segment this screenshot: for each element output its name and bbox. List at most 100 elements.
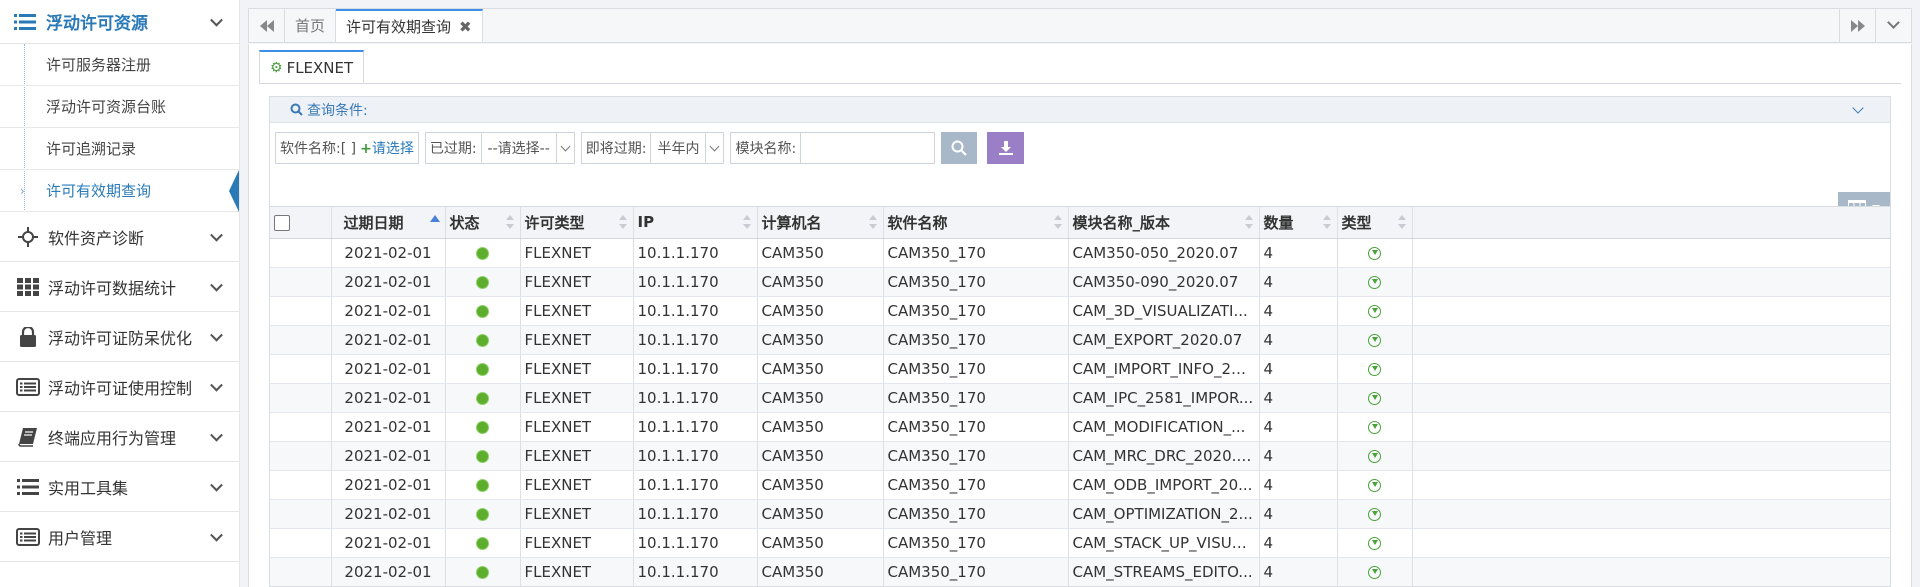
cell-expiry-date: 2021-02-01 bbox=[331, 557, 446, 586]
status-active-icon bbox=[477, 450, 488, 462]
software-select-link[interactable]: +请选择 bbox=[360, 138, 418, 158]
search-button[interactable] bbox=[941, 132, 978, 164]
download-circle-icon[interactable] bbox=[1368, 275, 1381, 289]
sidebar-group-floating-license-resources[interactable]: 浮动许可资源 bbox=[0, 0, 239, 44]
table-row[interactable]: 2021-02-01 FLEXNET 10.1.1.170 CAM350 CAM350_… bbox=[270, 325, 1890, 355]
download-circle-icon[interactable] bbox=[1368, 507, 1381, 521]
cell-computer-name: CAM350 bbox=[757, 238, 884, 268]
status-active-icon bbox=[477, 363, 488, 375]
table-row[interactable]: 2021-02-01 FLEXNET 10.1.1.170 CAM350 CAM350_… bbox=[270, 557, 1890, 586]
cell-computer-name: CAM350 bbox=[757, 557, 884, 586]
column-header[interactable]: 模块名称_版本 bbox=[1068, 207, 1260, 239]
sidebar-item-license-usage-control[interactable]: 浮动许可证使用控制 bbox=[0, 362, 239, 412]
cell-software-name: CAM350_170 bbox=[883, 470, 1069, 500]
download-circle-icon[interactable] bbox=[1368, 304, 1381, 318]
expired-select[interactable]: --请选择-- bbox=[480, 133, 574, 163]
column-header[interactable]: 状态 bbox=[445, 207, 521, 239]
sidebar-item-terminal-behavior[interactable]: 终端应用行为管理 bbox=[0, 412, 239, 462]
sidebar-item-license-foolproof[interactable]: 浮动许可证防呆优化 bbox=[0, 312, 239, 362]
cell-computer-name: CAM350 bbox=[757, 470, 884, 500]
scroll-tabs-left-button[interactable] bbox=[249, 9, 285, 42]
table-row[interactable]: 2021-02-01 FLEXNET 10.1.1.170 CAM350 CAM350_… bbox=[270, 528, 1890, 558]
tab-bar-spacer bbox=[483, 9, 1839, 42]
column-header[interactable]: 数量 bbox=[1259, 207, 1338, 239]
download-circle-icon[interactable] bbox=[1368, 246, 1381, 260]
sidebar-item-label: 终端应用行为管理 bbox=[48, 428, 177, 448]
column-header-label: 过期日期 bbox=[343, 213, 404, 232]
cell-type bbox=[1337, 499, 1413, 529]
cell-computer-name: CAM350 bbox=[757, 412, 884, 442]
chevron-down-icon[interactable] bbox=[1852, 102, 1864, 114]
cell-license-type: FLEXNET bbox=[520, 557, 634, 586]
download-circle-icon[interactable] bbox=[1368, 478, 1381, 492]
column-header[interactable]: 软件名称 bbox=[883, 207, 1069, 239]
cell-license-type: FLEXNET bbox=[520, 383, 634, 413]
download-circle-icon[interactable] bbox=[1368, 565, 1381, 579]
chevron-down-icon bbox=[210, 328, 223, 342]
sidebar-item-software-asset-diagnosis[interactable]: 软件资产诊断 bbox=[0, 212, 239, 262]
cell-type bbox=[1337, 441, 1413, 471]
table-row[interactable]: 2021-02-01 FLEXNET 10.1.1.170 CAM350 CAM350_… bbox=[270, 441, 1890, 471]
download-circle-icon[interactable] bbox=[1368, 420, 1381, 434]
tab-license-validity-query[interactable]: 许可有效期查询 ✖ bbox=[336, 9, 483, 42]
cell-filler bbox=[1412, 412, 1890, 442]
tab-home[interactable]: 首页 bbox=[285, 9, 337, 42]
download-circle-icon[interactable] bbox=[1368, 391, 1381, 405]
cell-license-type: FLEXNET bbox=[520, 499, 634, 529]
table-row[interactable]: 2021-02-01 FLEXNET 10.1.1.170 CAM350 CAM350_… bbox=[270, 499, 1890, 529]
sidebar-item-label: 软件资产诊断 bbox=[48, 228, 145, 248]
status-active-icon bbox=[477, 247, 488, 259]
cell-filler bbox=[1412, 528, 1890, 558]
sidebar-item-label: 浮动许可数据统计 bbox=[48, 278, 177, 298]
status-active-icon bbox=[477, 392, 488, 404]
cell-ip: 10.1.1.170 bbox=[633, 383, 758, 413]
cell-type bbox=[1337, 383, 1413, 413]
sidebar-item-utilities[interactable]: 实用工具集 bbox=[0, 462, 239, 512]
module-name-field: 模块名称: bbox=[730, 132, 936, 164]
tab-label: FLEXNET bbox=[286, 58, 354, 77]
query-panel-header[interactable]: 查询条件: bbox=[270, 97, 1890, 123]
cell-type bbox=[1337, 412, 1413, 442]
tab-flexnet[interactable]: ⚙ FLEXNET bbox=[259, 50, 365, 84]
column-header[interactable]: 许可类型 bbox=[520, 207, 634, 239]
column-header[interactable]: 计算机名 bbox=[757, 207, 884, 239]
card-list-icon bbox=[16, 377, 40, 396]
chevron-down-icon bbox=[1887, 16, 1900, 29]
status-active-icon bbox=[477, 305, 488, 317]
cell-module-version: CAM_IPC_2581_IMPOR... bbox=[1068, 383, 1260, 413]
tab-menu-button[interactable] bbox=[1875, 9, 1911, 42]
scroll-tabs-right-button[interactable] bbox=[1839, 9, 1875, 42]
cell-ip: 10.1.1.170 bbox=[633, 325, 758, 355]
download-circle-icon[interactable] bbox=[1368, 333, 1381, 347]
cell-expiry-date: 2021-02-01 bbox=[331, 238, 446, 268]
table-row[interactable]: 2021-02-01 FLEXNET 10.1.1.170 CAM350 CAM350_… bbox=[270, 267, 1890, 297]
cell-status bbox=[445, 412, 521, 442]
table-row[interactable]: 2021-02-01 FLEXNET 10.1.1.170 CAM350 CAM350_… bbox=[270, 383, 1890, 413]
export-button[interactable] bbox=[987, 132, 1025, 164]
download-circle-icon[interactable] bbox=[1368, 362, 1381, 376]
table-row[interactable]: 2021-02-01 FLEXNET 10.1.1.170 CAM350 CAM350_… bbox=[270, 470, 1890, 500]
table-row[interactable]: 2021-02-01 FLEXNET 10.1.1.170 CAM350 CAM350_… bbox=[270, 296, 1890, 326]
download-circle-icon[interactable] bbox=[1368, 449, 1381, 463]
sidebar-item-license-validity-query[interactable]: › 许可有效期查询 bbox=[0, 170, 239, 212]
sidebar-item-license-ledger[interactable]: 浮动许可资源台账 bbox=[0, 86, 239, 128]
table-row[interactable]: 2021-02-01 FLEXNET 10.1.1.170 CAM350 CAM350_… bbox=[270, 354, 1890, 384]
column-header[interactable]: 类型 bbox=[1337, 207, 1413, 239]
expired-select-value: --请选择-- bbox=[487, 141, 550, 157]
select-all-checkbox[interactable] bbox=[274, 214, 290, 231]
table-row[interactable]: 2021-02-01 FLEXNET 10.1.1.170 CAM350 CAM350_… bbox=[270, 238, 1890, 268]
table-row[interactable]: 2021-02-01 FLEXNET 10.1.1.170 CAM350 CAM350_… bbox=[270, 412, 1890, 442]
sidebar-item-user-management[interactable]: 用户管理 bbox=[0, 512, 239, 562]
close-icon[interactable]: ✖ bbox=[459, 18, 472, 36]
cell-quantity: 4 bbox=[1259, 296, 1338, 326]
column-header[interactable]: 过期日期 bbox=[331, 207, 446, 239]
sidebar-item-license-trace[interactable]: 许可追溯记录 bbox=[0, 128, 239, 170]
download-circle-icon[interactable] bbox=[1368, 536, 1381, 550]
sidebar-item-license-statistics[interactable]: 浮动许可数据统计 bbox=[0, 262, 239, 312]
sidebar-item-license-server-register[interactable]: 许可服务器注册 bbox=[0, 44, 239, 86]
row-checkbox-cell bbox=[270, 412, 332, 442]
cell-ip: 10.1.1.170 bbox=[633, 470, 758, 500]
module-name-input[interactable] bbox=[800, 133, 935, 163]
expiring-select[interactable]: 半年内 bbox=[650, 133, 723, 163]
column-header[interactable]: IP bbox=[633, 207, 758, 239]
